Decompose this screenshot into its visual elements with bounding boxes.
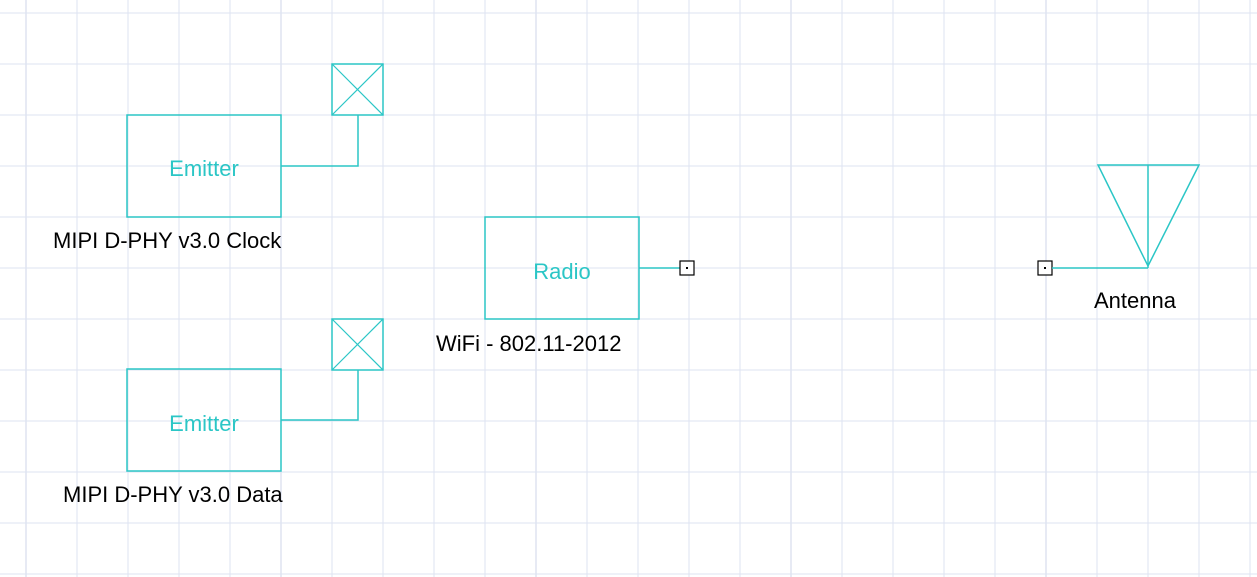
port-square-icon[interactable]: [1037, 260, 1053, 276]
antenna-caption: Antenna: [1094, 288, 1177, 313]
radio-caption: WiFi - 802.11-2012: [436, 331, 621, 356]
schematic-canvas[interactable]: Emitter MIPI D-PHY v3.0 Clock Emitter MI…: [0, 0, 1257, 577]
emitter-clock-label: Emitter: [169, 156, 239, 181]
emitter-clock-caption: MIPI D-PHY v3.0 Clock: [53, 228, 282, 253]
emitter-data-caption: MIPI D-PHY v3.0 Data: [63, 482, 283, 507]
radio-label: Radio: [533, 259, 590, 284]
emitter-data-label: Emitter: [169, 411, 239, 436]
port-square-icon[interactable]: [679, 260, 695, 276]
